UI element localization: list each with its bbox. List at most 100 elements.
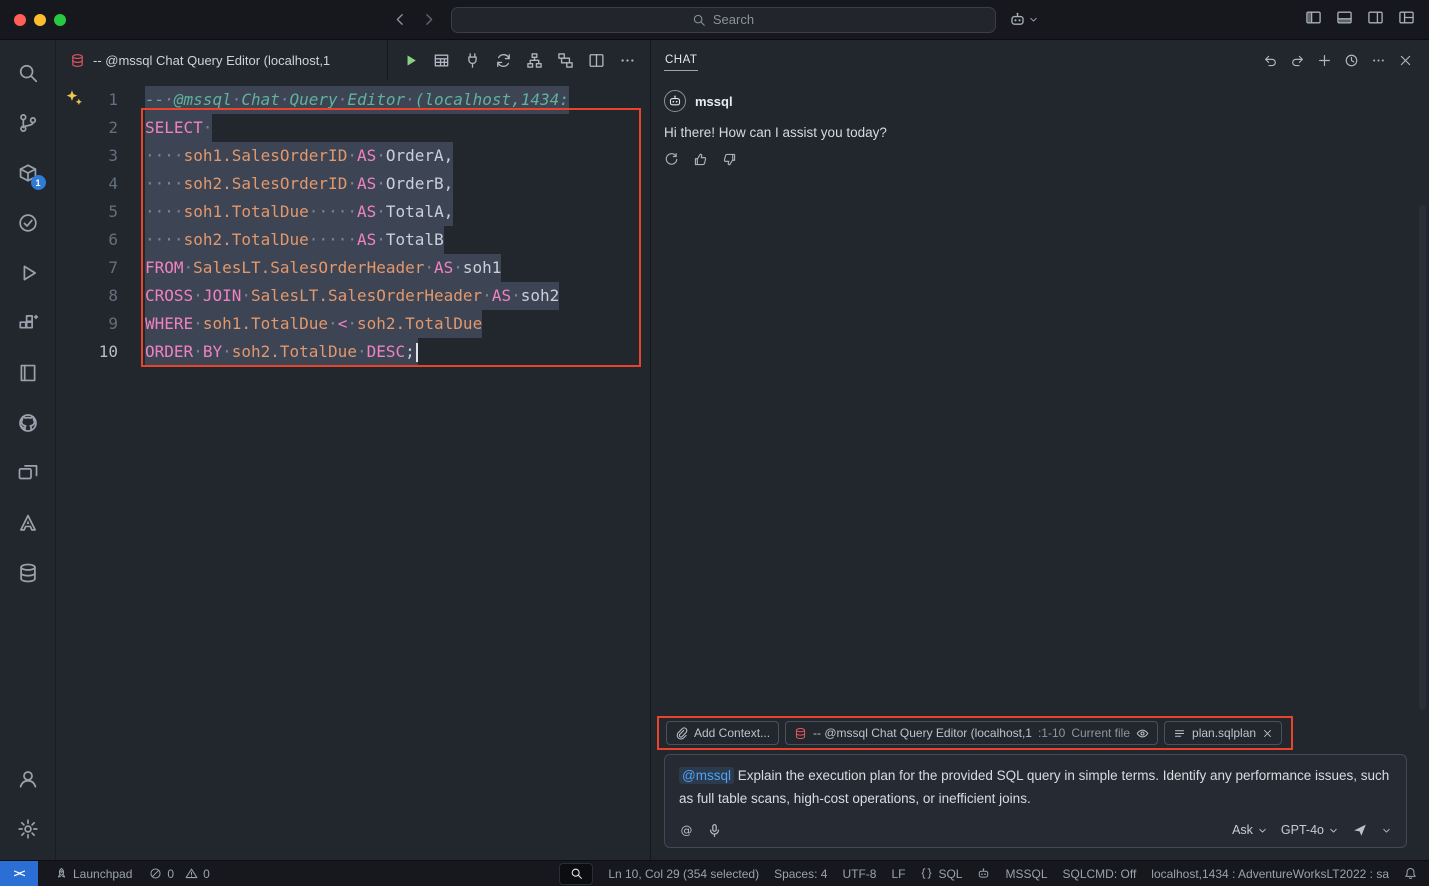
activity-item-testing[interactable] [5,198,51,248]
disconnect-button[interactable] [464,52,481,69]
activity-item-run-and-debug[interactable] [5,248,51,298]
mssql-status[interactable]: MSSQL [1005,867,1047,881]
activity-item-notebooks[interactable] [5,348,51,398]
mention-button[interactable]: @ [679,823,694,838]
activity-item-remote-explorer[interactable] [5,448,51,498]
whitespace-dot: · [318,230,328,249]
editor-tab[interactable]: -- @mssql Chat Query Editor (localhost,1 [56,40,388,80]
indentation-status[interactable]: Spaces: 4 [774,867,827,881]
history-icon[interactable] [1344,53,1359,68]
current-file-chip[interactable]: -- @mssql Chat Query Editor (localhost,1… [785,721,1158,745]
redo-icon[interactable] [1290,53,1305,68]
activity-item-github[interactable] [5,398,51,448]
search-input[interactable]: Search [451,7,996,33]
message-actions [664,152,1407,167]
toggle-primary-sidebar-icon[interactable] [1305,9,1322,31]
code-line[interactable]: 10ORDER·BY·soh2.TotalDue·DESC; [56,338,650,366]
more-actions-button[interactable] [619,52,636,69]
copilot-sparkle-icon[interactable] [65,89,83,107]
results-grid-button[interactable] [433,52,450,69]
send-options-icon[interactable] [1381,825,1392,836]
run-query-button[interactable] [402,52,419,69]
chat-input[interactable]: @mssql Explain the execution plan for th… [664,754,1407,848]
line-number: 10 [56,338,118,366]
code-line[interactable]: 1--·@mssql·Chat·Query·Editor·(localhost,… [56,86,650,114]
activity-item-settings[interactable] [5,804,51,854]
eol-status[interactable]: LF [891,867,905,881]
whitespace-dot: · [338,230,348,249]
activity-item-database-projects[interactable] [5,548,51,598]
activity-item-search[interactable] [5,48,51,98]
toggle-secondary-sidebar-icon[interactable] [1367,9,1384,31]
whitespace-dot: · [193,342,203,361]
remote-indicator[interactable]: >< [0,861,38,886]
code-line[interactable]: 2SELECT· [56,114,650,142]
close-window-button[interactable] [14,14,26,26]
regenerate-icon[interactable] [664,152,679,167]
model-dropdown[interactable]: GPT-4o [1281,823,1339,837]
undo-icon[interactable] [1263,53,1278,68]
close-icon[interactable] [1398,53,1413,68]
copilot-status[interactable] [977,867,990,880]
code-token: soh1.TotalDue [203,314,328,333]
back-icon[interactable] [391,11,408,28]
chat-panel-title[interactable]: CHAT [664,41,698,79]
code-token: · [347,174,357,193]
code-line[interactable]: 5····soh1.TotalDue·····AS·TotalA, [56,198,650,226]
code-line[interactable]: 7FROM·SalesLT.SalesOrderHeader·AS·soh1 [56,254,650,282]
chat-input-text[interactable]: @mssql Explain the execution plan for th… [679,765,1392,811]
change-connection-button[interactable] [495,52,512,69]
eye-icon[interactable] [1136,727,1149,740]
activity-item-azure[interactable] [5,498,51,548]
code-line[interactable]: 9WHERE·soh1.TotalDue·<·soh2.TotalDue [56,310,650,338]
new-chat-icon[interactable] [1317,53,1332,68]
code-line[interactable]: 8CROSS·JOIN·SalesLT.SalesOrderHeader·AS·… [56,282,650,310]
activity-item-extensions[interactable] [5,298,51,348]
editor-content[interactable]: 1--·@mssql·Chat·Query·Editor·(localhost,… [56,80,650,860]
launchpad-button[interactable]: Launchpad [55,867,132,881]
helpful-icon[interactable] [693,152,708,167]
magnifier-icon [570,867,583,880]
cursor-position[interactable]: Ln 10, Col 29 (354 selected) [608,867,759,881]
copilot-menu-button[interactable] [1009,11,1039,28]
split-editor-button[interactable] [588,52,605,69]
sqlcmd-status[interactable]: SQLCMD: Off [1063,867,1137,881]
scrollbar[interactable] [1419,205,1426,710]
add-context-button[interactable]: Add Context... [666,721,779,745]
notifications-bell[interactable] [1404,867,1417,880]
code-line[interactable]: 3····soh1.SalesOrderID·AS·OrderA, [56,142,650,170]
language-mode[interactable]: SQL [920,867,962,881]
code-line[interactable]: 6····soh2.TotalDue·····AS·TotalB [56,226,650,254]
code-token: ····· [309,202,357,221]
code-area[interactable]: 1--·@mssql·Chat·Query·Editor·(localhost,… [56,86,650,366]
maximize-window-button[interactable] [54,14,66,26]
send-icon[interactable] [1352,822,1368,838]
tab-title: -- @mssql Chat Query Editor (localhost,1 [93,53,330,68]
whitespace-dot: · [174,202,184,221]
problems-button[interactable]: 0 0 [149,867,209,881]
whitespace-dot: · [155,230,165,249]
unhelpful-icon[interactable] [722,152,737,167]
whitespace-dot: · [203,118,213,137]
minimize-window-button[interactable] [34,14,46,26]
layout-controls [1305,9,1415,31]
activity-item-source-control[interactable] [5,98,51,148]
forward-icon[interactable] [421,11,438,28]
estimated-plan-button[interactable] [526,52,543,69]
actual-plan-button[interactable] [557,52,574,69]
encoding-status[interactable]: UTF-8 [842,867,876,881]
code-token: · [193,286,203,305]
chat-input-toolbar: @ Ask GPT-4o [679,822,1392,838]
activity-item-references[interactable]: 1 [5,148,51,198]
remove-chip-icon[interactable] [1262,728,1273,739]
plan-file-chip[interactable]: plan.sqlplan [1164,721,1282,745]
connection-status[interactable]: localhost,1434 : AdventureWorksLT2022 : … [1151,867,1389,881]
toggle-panel-icon[interactable] [1336,9,1353,31]
mode-dropdown[interactable]: Ask [1232,823,1268,837]
code-token: SalesLT.SalesOrderHeader [193,258,424,277]
mic-icon[interactable] [707,823,722,838]
customize-layout-icon[interactable] [1398,9,1415,31]
code-line[interactable]: 4····soh2.SalesOrderID·AS·OrderB, [56,170,650,198]
activity-item-accounts[interactable] [5,754,51,804]
more-icon[interactable] [1371,53,1386,68]
